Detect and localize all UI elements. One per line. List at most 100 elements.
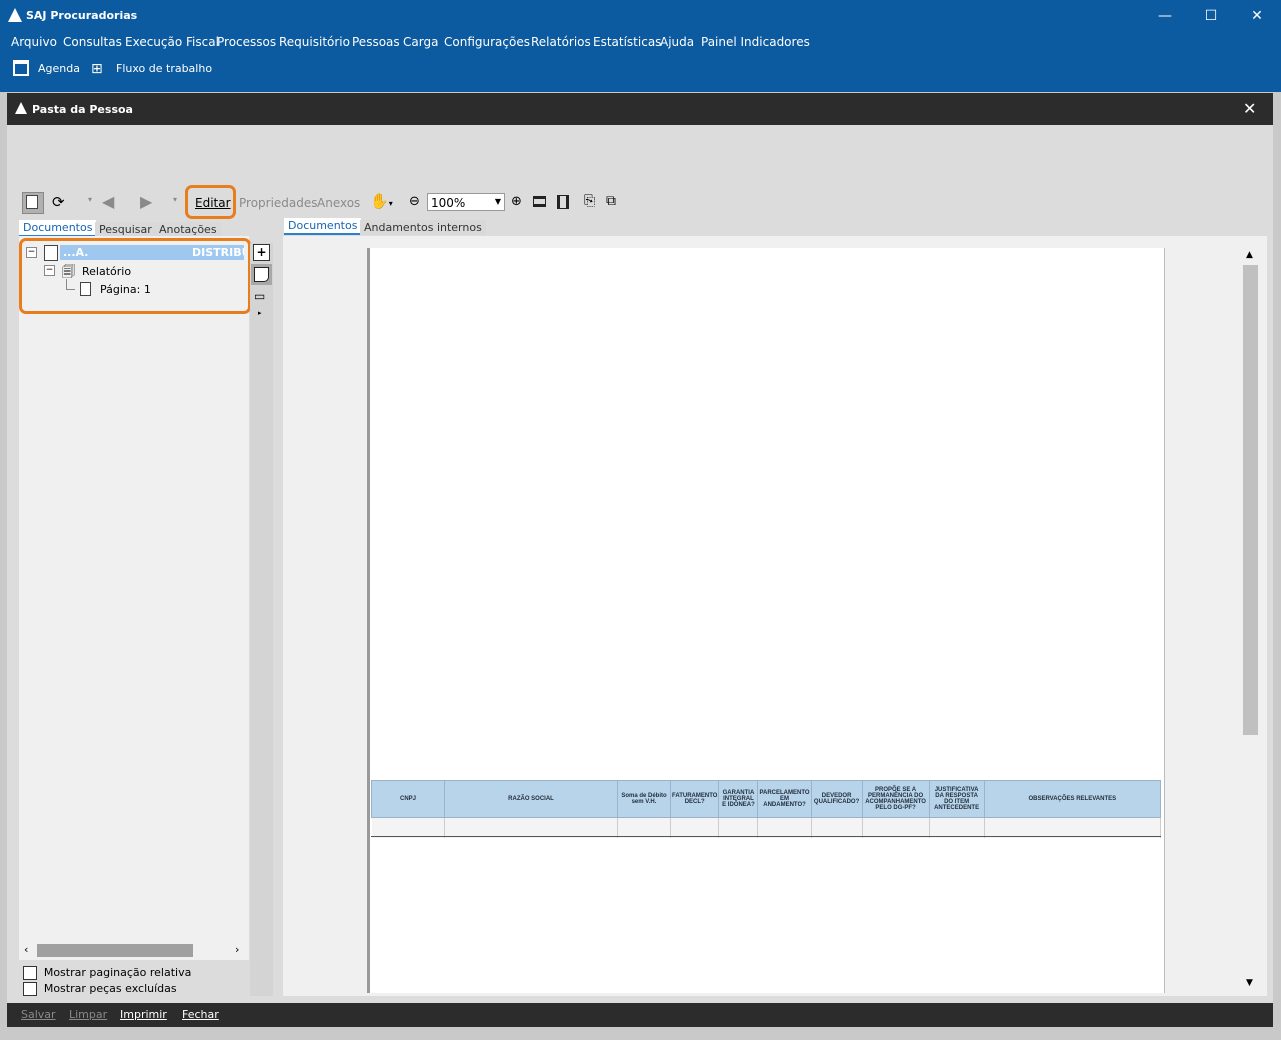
menu-execucao-fiscal[interactable]: Execução Fiscal — [125, 35, 219, 49]
attachments-button[interactable]: Anexos — [317, 196, 360, 210]
copy-pages-icon[interactable]: ⧉ — [606, 193, 616, 209]
tree-root-label: ...A. — [63, 246, 89, 259]
app-title-bar: SAJ Procuradorias — ☐ ✕ — [0, 0, 1281, 32]
tree-root-right: DISTRIBUI — [192, 246, 244, 259]
menu-processos[interactable]: Processos — [217, 35, 276, 49]
fit-page-icon[interactable] — [557, 195, 569, 209]
col-header-justificativa: JUSTIFICATIVA DA RESPOSTA DO ITEM ANTECE… — [928, 780, 985, 818]
col-header-observacoes: OBSERVAÇÕES RELEVANTES — [983, 780, 1162, 818]
scroll-left-icon[interactable]: ‹ — [24, 943, 28, 956]
side-toolbar — [250, 243, 273, 996]
tree-root-item[interactable]: ...A. DISTRIBUI — [60, 245, 244, 260]
agenda-button[interactable]: Agenda — [38, 62, 80, 75]
menu-arquivo[interactable]: Arquivo — [11, 35, 57, 49]
document-page: CNPJ RAZÃO SOCIAL Soma de Débito sem V.H… — [367, 248, 1165, 993]
report-header-row: CNPJ RAZÃO SOCIAL Soma de Débito sem V.H… — [371, 780, 1162, 818]
close-app-button[interactable]: ✕ — [1234, 0, 1280, 32]
report-table: CNPJ RAZÃO SOCIAL Soma de Débito sem V.H… — [371, 780, 1162, 838]
zoom-in-icon[interactable]: ⊕ — [511, 194, 522, 209]
menu-estatisticas[interactable]: Estatísticas — [593, 35, 661, 49]
hand-tool-icon[interactable]: ✋▾ — [370, 192, 393, 210]
scroll-down-icon[interactable]: ▼ — [1246, 978, 1253, 988]
menu-bar: Arquivo Consultas Execução Fiscal Proces… — [0, 32, 1281, 92]
menu-carga[interactable]: Carga — [403, 35, 438, 49]
tree-page-item[interactable]: Página: 1 — [100, 283, 151, 296]
tree-connector — [66, 279, 75, 290]
page-icon — [80, 282, 91, 296]
col-header-propoe: PROPÕE SE A PERMANÊNCIA DO ACOMPANHAMENT… — [861, 780, 930, 818]
show-excluded-label: Mostrar peças excluídas — [43, 982, 177, 995]
scroll-up-icon[interactable]: ▲ — [1246, 250, 1253, 260]
export-document-icon[interactable]: ⎘ — [584, 193, 595, 209]
col-header-razao-social: RAZÃO SOCIAL — [444, 780, 618, 818]
next-icon[interactable]: ▶ — [140, 192, 152, 211]
col-header-faturamento: FATURAMENTO DECL? — [669, 780, 720, 818]
inner-window-title-bar: Pasta da Pessoa ✕ — [7, 93, 1273, 125]
workflow-icon[interactable]: ⊞ — [91, 61, 109, 77]
col-header-garantia: GARANTIA INTEGRAL E IDÔNEA? — [718, 780, 759, 818]
tab-pesquisar[interactable]: Pesquisar — [95, 222, 156, 237]
menu-relatorios[interactable]: Relatórios — [531, 35, 591, 49]
zoom-value: 100% — [431, 196, 466, 210]
col-header-soma-debito: Soma de Débito sem V.H. — [617, 780, 671, 818]
app-title: SAJ Procuradorias — [26, 9, 138, 22]
dropdown-arrow-icon: ▾ — [88, 195, 93, 204]
zoom-out-icon[interactable]: ⊖ — [409, 194, 420, 209]
viewer-scroll-thumb[interactable] — [1243, 265, 1258, 735]
document-tree-pane — [19, 236, 249, 960]
fit-width-icon[interactable] — [533, 196, 546, 207]
minimize-button[interactable]: — — [1142, 0, 1188, 32]
window-logo-icon — [15, 102, 27, 114]
edit-button[interactable]: Editar — [195, 196, 231, 210]
scroll-right-icon[interactable]: › — [235, 943, 239, 956]
document-icon — [44, 245, 58, 261]
workflow-button[interactable]: Fluxo de trabalho — [116, 62, 212, 75]
menu-ajuda[interactable]: Ajuda — [660, 35, 694, 49]
zoom-select[interactable]: 100% ▼ — [427, 193, 505, 211]
menu-consultas[interactable]: Consultas — [63, 35, 122, 49]
relative-pagination-option[interactable]: Mostrar paginação relativa — [23, 965, 191, 980]
tab-documentos[interactable]: Documentos — [19, 220, 97, 237]
tab-viewer-documentos[interactable]: Documentos — [284, 218, 362, 235]
properties-button[interactable]: Propriedades — [239, 196, 318, 210]
page-view-icon[interactable] — [251, 264, 272, 285]
menu-pessoas[interactable]: Pessoas — [352, 35, 400, 49]
bottom-action-bar: Salvar Limpar Imprimir Fechar — [7, 1003, 1273, 1027]
inner-window-title: Pasta da Pessoa — [32, 103, 133, 116]
menu-requisitorio[interactable]: Requisitório — [279, 35, 350, 49]
relative-pagination-label: Mostrar paginação relativa — [43, 966, 192, 979]
menu-configuracoes[interactable]: Configurações — [444, 35, 530, 49]
table-row — [371, 817, 1162, 838]
tab-andamentos-internos[interactable]: Andamentos internos — [360, 220, 486, 235]
close-window-button[interactable]: ✕ — [1243, 99, 1256, 118]
collapse-icon[interactable]: − — [44, 265, 55, 276]
col-header-devedor: DEVEDOR QUALIFICADO? — [810, 780, 863, 818]
maximize-button[interactable]: ☐ — [1188, 0, 1234, 32]
tab-anotacoes[interactable]: Anotações — [155, 222, 221, 237]
col-header-cnpj: CNPJ — [371, 780, 445, 818]
print-button[interactable]: Imprimir — [120, 1008, 167, 1021]
chevron-down-icon: ▼ — [494, 197, 501, 206]
add-document-icon[interactable]: + — [253, 244, 270, 261]
scroll-thumb[interactable] — [37, 944, 193, 957]
collapse-icon[interactable]: − — [26, 247, 37, 258]
save-button[interactable]: Salvar — [21, 1008, 56, 1021]
close-button[interactable]: Fechar — [182, 1008, 219, 1021]
tree-report-item[interactable]: Relatório — [82, 265, 131, 278]
table-bottom-border — [371, 836, 1161, 837]
calendar-icon[interactable] — [13, 60, 29, 76]
expand-arrow-icon[interactable]: ▸ — [258, 309, 262, 317]
refresh-icon[interactable]: ⟳ — [52, 193, 65, 211]
col-header-parcelamento: PARCELAMENTO EM ANDAMENTO? — [757, 780, 812, 818]
show-excluded-option[interactable]: Mostrar peças excluídas — [23, 981, 177, 996]
app-logo-icon — [8, 8, 22, 22]
menu-painel-indicadores[interactable]: Painel Indicadores — [701, 35, 810, 49]
dropdown-arrow-icon: ▾ — [173, 195, 178, 204]
document-view-toggle-icon[interactable] — [22, 192, 44, 214]
clear-button[interactable]: Limpar — [69, 1008, 107, 1021]
previous-icon[interactable]: ◀ — [102, 192, 114, 211]
list-view-icon[interactable]: ▭ — [254, 289, 265, 303]
show-excluded-checkbox[interactable] — [23, 981, 37, 996]
relative-pagination-checkbox[interactable] — [23, 965, 37, 980]
tree-horizontal-scrollbar[interactable]: ‹ › — [19, 942, 249, 959]
